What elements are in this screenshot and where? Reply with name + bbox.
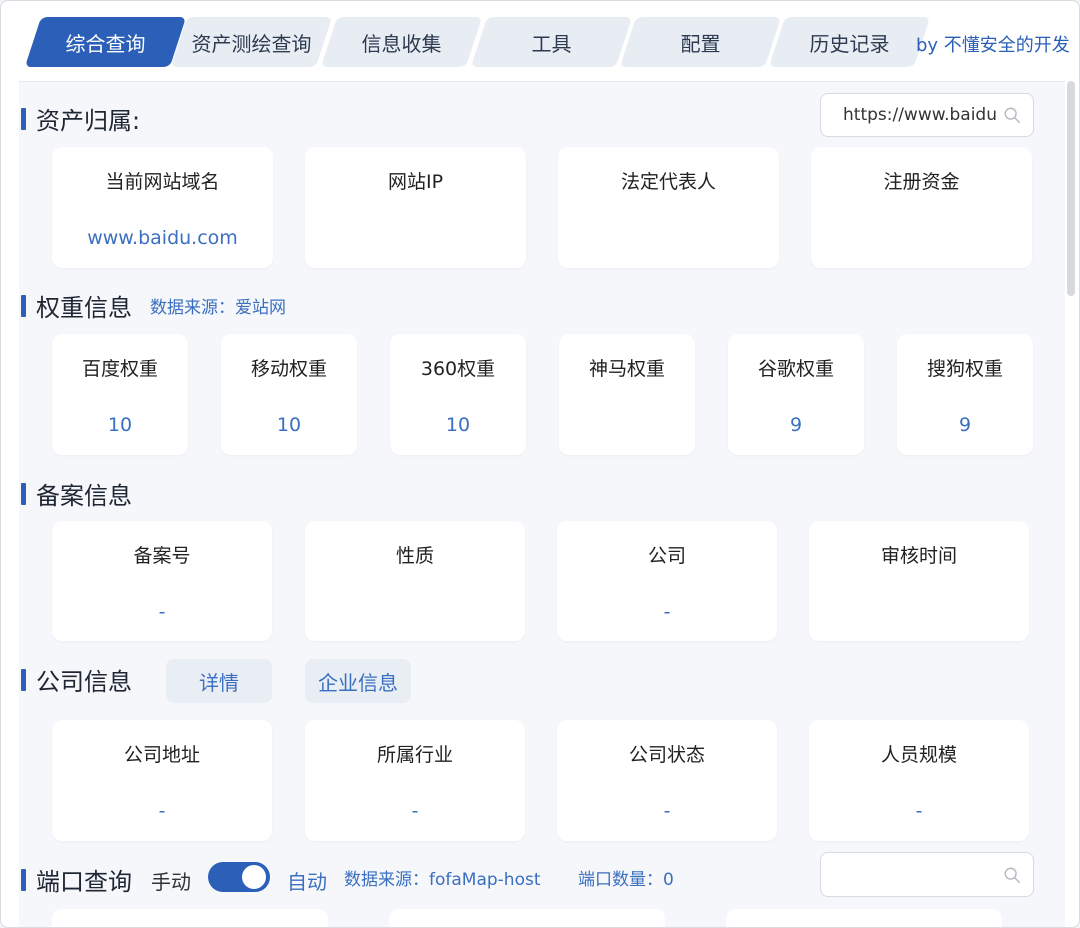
vertical-scrollbar[interactable] [1067, 81, 1075, 296]
card-key: 搜狗权重 [926, 358, 1003, 380]
enterprise-info-button[interactable]: 企业信息 [305, 659, 411, 703]
port-data-source: 数据来源：fofaMap-host [344, 870, 541, 890]
weight-section-header: 权重信息 数据来源：爱站网 [21, 288, 286, 323]
card-company-address: 公司地址 - [52, 720, 272, 841]
tab-history[interactable]: 历史记录 [768, 17, 931, 67]
tab-label: 工具 [531, 31, 572, 56]
card-value: 10 [107, 414, 133, 436]
card-value: - [411, 800, 419, 822]
card-industry: 所属行业 - [305, 720, 525, 841]
card-key: 注册资金 [883, 171, 960, 193]
card-value: - [663, 800, 671, 822]
card-key: 神马权重 [588, 358, 665, 380]
card-value: - [915, 800, 923, 822]
card-value: 10 [445, 414, 471, 436]
company-section-header: 公司信息 [21, 662, 132, 697]
tab-label: 配置 [680, 31, 721, 56]
url-search-box[interactable] [820, 93, 1034, 137]
card-key: 公司状态 [628, 744, 705, 766]
url-search-input[interactable] [843, 105, 997, 125]
auto-mode-label: 自动 [287, 870, 327, 894]
author-byline[interactable]: by 不懂安全的开发 [916, 31, 1070, 57]
card-value: - [158, 601, 166, 623]
tab-label: 历史记录 [809, 31, 890, 56]
section-title: 端口查询 [36, 868, 132, 896]
card-shenma-weight: 神马权重 [559, 334, 695, 455]
toggle-knob [242, 865, 266, 889]
port-section-header: 端口查询 [21, 862, 132, 897]
manual-mode-label: 手动 [151, 870, 191, 894]
card-icp-review-time: 审核时间 [809, 521, 1029, 641]
card-value: 9 [789, 414, 803, 436]
port-result-card [389, 909, 665, 927]
card-key: 公司地址 [123, 744, 200, 766]
card-value: - [663, 601, 671, 623]
card-key: 当前网站域名 [105, 171, 220, 193]
tab-asset-mapping[interactable]: 资产测绘查询 [170, 17, 333, 67]
card-google-weight: 谷歌权重 9 [728, 334, 864, 455]
section-marker [21, 482, 26, 505]
card-key: 备案号 [133, 545, 191, 567]
card-company-status: 公司状态 - [557, 720, 777, 841]
search-icon[interactable] [1003, 866, 1021, 884]
section-marker [21, 107, 26, 130]
port-result-card [726, 909, 1002, 927]
detail-button[interactable]: 详情 [166, 659, 272, 703]
tab-tools[interactable]: 工具 [470, 17, 633, 67]
app-window: 综合查询 资产测绘查询 信息收集 工具 配置 历史记录 by 不懂安全的开发 资… [0, 0, 1080, 928]
card-value: www.baidu.com [87, 227, 238, 249]
data-source-label: 数据来源：爱站网 [150, 298, 286, 318]
card-key: 性质 [395, 545, 434, 567]
card-360-weight: 360权重 10 [390, 334, 526, 455]
card-value: 10 [276, 414, 302, 436]
card-mobile-weight: 移动权重 10 [221, 334, 357, 455]
section-title: 资产归属: [36, 107, 141, 135]
card-key: 公司 [647, 545, 686, 567]
card-key: 审核时间 [880, 545, 957, 567]
card-key: 360权重 [420, 358, 496, 380]
tab-info-collection[interactable]: 信息收集 [320, 17, 483, 67]
card-icp-number: 备案号 - [52, 521, 272, 641]
tab-label: 信息收集 [361, 31, 442, 56]
card-value: - [158, 800, 166, 822]
card-key: 所属行业 [376, 744, 453, 766]
card-key: 百度权重 [81, 358, 158, 380]
tab-general-query[interactable]: 综合查询 [24, 17, 187, 67]
port-search-box[interactable] [820, 852, 1034, 897]
card-legal-rep: 法定代表人 [558, 147, 779, 268]
card-value: 9 [958, 414, 972, 436]
card-icp-company: 公司 - [557, 521, 777, 641]
card-reg-capital: 注册资金 [811, 147, 1032, 268]
card-site-ip: 网站IP [305, 147, 526, 268]
card-key: 法定代表人 [620, 171, 716, 193]
tab-label: 资产测绘查询 [191, 31, 312, 56]
card-key: 移动权重 [250, 358, 327, 380]
section-marker [21, 294, 26, 317]
section-title: 备案信息 [36, 482, 132, 510]
search-icon[interactable] [1003, 106, 1021, 124]
card-domain: 当前网站域名 www.baidu.com [52, 147, 273, 268]
card-key: 谷歌权重 [757, 358, 834, 380]
port-search-input[interactable] [843, 864, 997, 885]
card-staff-size: 人员规模 - [809, 720, 1029, 841]
mode-toggle-switch[interactable] [208, 862, 270, 892]
section-title: 权重信息 [36, 294, 132, 322]
section-marker [21, 668, 26, 691]
tab-label: 综合查询 [65, 31, 146, 56]
icp-section-header: 备案信息 [21, 476, 132, 511]
card-key: 网站IP [387, 171, 444, 193]
card-icp-nature: 性质 [305, 521, 525, 641]
section-marker [21, 868, 26, 891]
card-sogou-weight: 搜狗权重 9 [897, 334, 1033, 455]
section-title: 公司信息 [36, 668, 132, 696]
card-baidu-weight: 百度权重 10 [52, 334, 188, 455]
card-key: 人员规模 [880, 744, 957, 766]
port-result-card [52, 909, 328, 927]
asset-section-header: 资产归属: [21, 101, 140, 136]
port-count: 端口数量：0 [578, 870, 674, 890]
tab-config[interactable]: 配置 [619, 17, 782, 67]
